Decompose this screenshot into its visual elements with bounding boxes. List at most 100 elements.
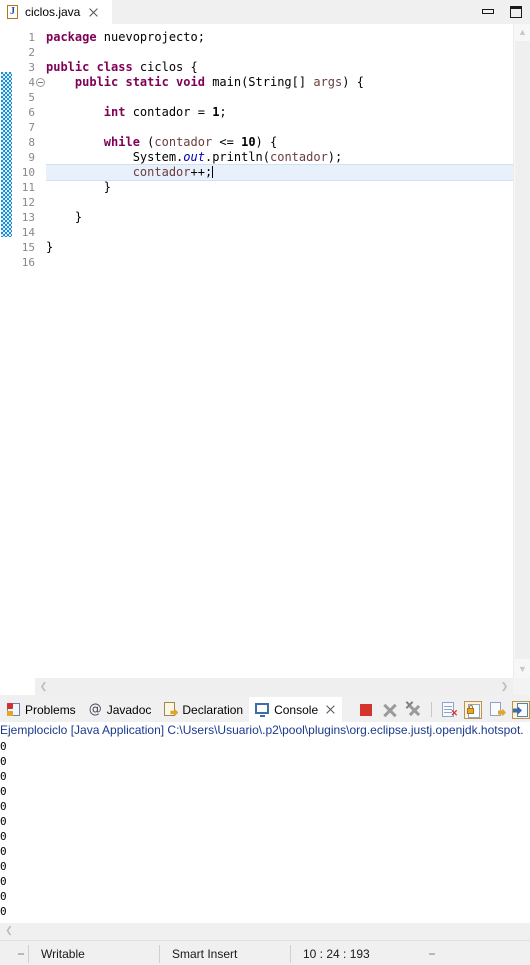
console-output-line: 0 [0, 770, 7, 783]
console-output-line: 0 [0, 845, 7, 858]
console-icon [255, 702, 270, 717]
code-line[interactable]: } [46, 180, 513, 195]
status-bar: Writable Smart Insert 10 : 24 : 193 [0, 940, 530, 965]
code-line[interactable] [46, 255, 513, 270]
status-cursor-position: 10 : 24 : 193 [303, 946, 370, 961]
line-number: 14 [21, 226, 35, 239]
console-output-line: 0 [0, 905, 7, 918]
editor-tab-label: ciclos.java [25, 5, 81, 19]
remove-launch-button[interactable] [381, 701, 399, 719]
code-line[interactable]: System.out.println(contador); [46, 150, 513, 165]
console-output-line: 0 [0, 785, 7, 798]
code-line[interactable]: int contador = 1; [46, 105, 513, 120]
editor-vertical-scrollbar[interactable]: ▲ ▼ [513, 24, 530, 678]
status-overflow-icon[interactable] [425, 941, 439, 965]
javadoc-icon: @ [88, 702, 102, 717]
line-number: 4 [28, 76, 35, 89]
panel-tab-console[interactable]: Console [249, 697, 343, 722]
scrollbar-thumb[interactable] [515, 41, 530, 659]
declaration-icon [163, 702, 179, 717]
line-number: 11 [21, 181, 35, 194]
show-console-on-output-button[interactable] [488, 701, 506, 719]
status-grip-icon [14, 941, 28, 965]
scroll-left-icon[interactable]: ❮ [2, 923, 16, 937]
editor-tab-bar: J ciclos.java [0, 0, 530, 25]
console-output-line: 0 [0, 830, 7, 843]
code-line[interactable] [46, 45, 513, 60]
code-line[interactable] [46, 225, 513, 240]
console-output-line: 0 [0, 890, 7, 903]
eclipse-ide-window: J ciclos.java 1 2 3 4 5 6 7 8 9 10 11 12 13 14 15 16 pa… [0, 0, 530, 965]
scroll-right-icon[interactable]: ❯ [496, 678, 513, 695]
line-number: 1 [28, 31, 35, 44]
bottom-panel: Problems @ Javadoc Declaration Console ✕ Eje… [0, 697, 530, 937]
clear-console-button[interactable]: ✕ [440, 701, 458, 719]
panel-tab-javadoc[interactable]: @ Javadoc [82, 697, 158, 722]
status-writable: Writable [41, 946, 85, 961]
line-number-gutter: 1 2 3 4 5 6 7 8 9 10 11 12 13 14 15 16 [13, 24, 35, 678]
line-number: 8 [28, 136, 35, 149]
toolbar-separator [431, 702, 432, 717]
panel-tab-label: Declaration [182, 702, 244, 717]
code-line[interactable]: } [46, 240, 513, 255]
console-output-line: 0 [0, 755, 7, 768]
code-line[interactable]: public class ciclos { [46, 60, 513, 75]
console-horizontal-scrollbar[interactable]: ❮ [0, 923, 530, 937]
line-number: 9 [28, 151, 35, 164]
code-line[interactable]: } [46, 210, 513, 225]
console-view[interactable]: Ejemplociclo [Java Application] C:\Users… [0, 722, 530, 937]
code-line[interactable] [46, 120, 513, 135]
code-line[interactable] [46, 195, 513, 210]
line-number: 2 [28, 46, 35, 59]
change-ruler [0, 24, 13, 678]
line-number: 15 [21, 241, 35, 254]
editor-horizontal-scrollbar[interactable]: ❮ ❯ [35, 678, 513, 695]
editor-scroll-corner-left [0, 678, 35, 695]
close-icon[interactable] [88, 7, 99, 18]
code-line[interactable]: contador++; [46, 164, 513, 181]
console-output-line: 0 [0, 860, 7, 873]
terminate-button[interactable] [357, 701, 375, 719]
code-line[interactable]: package nuevoprojecto; [46, 30, 513, 45]
remove-all-launches-button[interactable] [405, 700, 423, 719]
panel-tab-label: Console [274, 702, 319, 717]
line-number: 16 [21, 256, 35, 269]
code-editor[interactable]: 1 2 3 4 5 6 7 8 9 10 11 12 13 14 15 16 package nuevopro… [0, 24, 530, 678]
text-caret [212, 166, 214, 178]
status-insert-mode: Smart Insert [172, 946, 238, 961]
changed-lines-marker [1, 72, 12, 237]
close-icon[interactable] [325, 704, 336, 715]
code-line[interactable]: public static void main(String[] args) { [46, 75, 513, 90]
panel-tab-declaration[interactable]: Declaration [157, 697, 249, 722]
java-file-icon: J [6, 4, 20, 20]
scroll-up-icon[interactable]: ▲ [514, 24, 530, 41]
console-output-line: 0 [0, 740, 7, 753]
line-number: 3 [28, 61, 35, 74]
line-number: 10 [21, 166, 35, 179]
panel-tab-problems[interactable]: Problems [0, 697, 82, 722]
code-text-area[interactable]: package nuevoprojecto; public class ciclo… [46, 24, 513, 678]
line-number: 13 [21, 211, 35, 224]
console-output-line: 0 [0, 875, 7, 888]
problems-icon [6, 702, 21, 717]
line-number: 5 [28, 91, 35, 104]
line-number: 7 [28, 121, 35, 134]
line-number: 6 [28, 106, 35, 119]
minimize-icon[interactable] [480, 4, 496, 20]
scroll-lock-button[interactable] [464, 700, 482, 719]
line-number: 12 [21, 196, 35, 209]
console-toolbar: ✕ [357, 697, 530, 722]
code-line[interactable] [46, 90, 513, 105]
panel-tab-label: Problems [25, 702, 76, 717]
editor-tab-ciclos-java[interactable]: J ciclos.java [0, 0, 112, 24]
window-controls [480, 0, 524, 24]
console-output-line: 0 [0, 815, 7, 828]
folding-column[interactable] [35, 24, 46, 678]
code-line[interactable]: while (contador <= 10) { [46, 135, 513, 150]
scroll-left-icon[interactable]: ❮ [35, 678, 52, 695]
scroll-down-icon[interactable]: ▼ [514, 661, 530, 678]
pin-console-button[interactable] [512, 700, 530, 719]
maximize-icon[interactable] [508, 4, 524, 20]
fold-collapse-icon[interactable] [36, 78, 45, 87]
panel-tab-label: Javadoc [106, 702, 152, 717]
